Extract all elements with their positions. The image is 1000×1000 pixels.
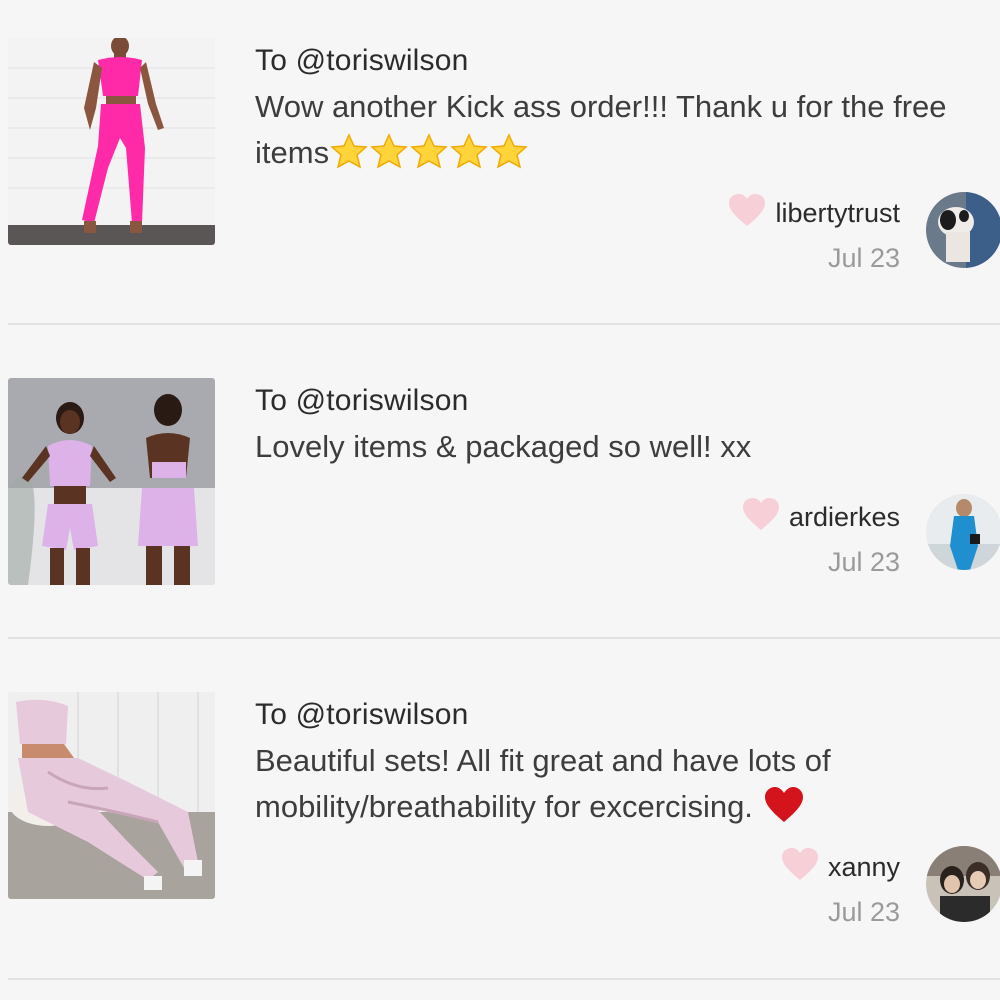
review-date: Jul 23 xyxy=(827,547,900,577)
divider xyxy=(8,637,1000,639)
glowing-star-icon xyxy=(329,133,529,170)
reviewer-username[interactable]: ardierkes xyxy=(789,502,900,532)
review-meta: xanny Jul 23 xyxy=(780,846,900,928)
review-meta: ardierkes Jul 23 xyxy=(741,496,900,578)
like-heart-icon[interactable] xyxy=(727,192,767,228)
reviewer-avatar[interactable] xyxy=(926,192,1000,268)
product-photo[interactable] xyxy=(8,38,215,245)
product-photo[interactable] xyxy=(8,378,215,585)
reviewer-avatar[interactable] xyxy=(926,494,1000,570)
review-date: Jul 23 xyxy=(827,897,900,927)
red-heart-icon xyxy=(753,787,805,824)
like-heart-icon[interactable] xyxy=(741,496,781,532)
review-date: Jul 23 xyxy=(827,243,900,273)
product-photo[interactable] xyxy=(8,692,215,899)
like-heart-icon[interactable] xyxy=(780,846,820,882)
review-meta: libertytrust Jul 23 xyxy=(727,192,900,274)
review-message-text: Lovely items & packaged so well! xx xyxy=(255,429,752,464)
review-recipient: To @toriswilson xyxy=(255,44,469,77)
review-message: Lovely items & packaged so well! xx xyxy=(255,424,990,470)
reviewer-username[interactable]: xanny xyxy=(828,852,900,882)
divider xyxy=(8,978,1000,980)
review-message: Beautiful sets! All fit great and have l… xyxy=(255,738,990,830)
reviewer-avatar[interactable] xyxy=(926,846,1000,922)
divider xyxy=(8,323,1000,325)
reviewer-username[interactable]: libertytrust xyxy=(775,198,900,228)
review-recipient: To @toriswilson xyxy=(255,384,469,417)
review-recipient: To @toriswilson xyxy=(255,698,469,731)
review-message-text: Beautiful sets! All fit great and have l… xyxy=(255,743,831,824)
review-message: Wow another Kick ass order!!! Thank u fo… xyxy=(255,84,990,176)
